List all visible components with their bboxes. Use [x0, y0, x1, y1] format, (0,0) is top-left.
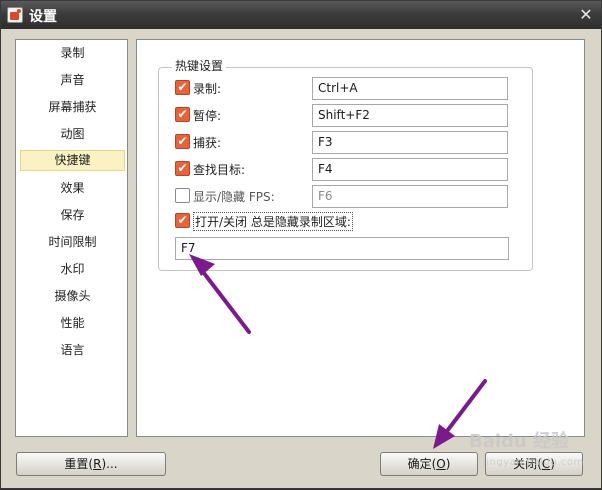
toggle-fps-hotkey-checkbox[interactable]	[175, 188, 190, 203]
recorder-app-icon	[7, 7, 23, 23]
sidebar-item-time-limit[interactable]: 时间限制	[20, 232, 125, 253]
title-bar[interactable]: 设置 ✕	[1, 1, 601, 29]
sidebar-item-effects[interactable]: 效果	[20, 178, 125, 199]
find-target-hotkey-label: 查找目标:	[193, 163, 246, 177]
find-target-hotkey-checkbox[interactable]: ✔	[175, 161, 190, 176]
reset-button[interactable]: 重置(R)...	[16, 452, 166, 476]
sidebar-item-watermark[interactable]: 水印	[20, 259, 125, 280]
sidebar-item-screen-capture[interactable]: 屏幕捕获	[20, 97, 125, 118]
sidebar-item-performance[interactable]: 性能	[20, 313, 125, 334]
find-target-hotkey-field[interactable]: F4	[312, 158, 508, 181]
watermark-main-text: Baidu 经验	[469, 431, 570, 452]
close-icon[interactable]: ✕	[577, 6, 595, 24]
sidebar-item-gif[interactable]: 动图	[20, 124, 125, 145]
settings-dialog: 设置 ✕ 录制 声音 屏幕捕获 动图 快捷键 效果 保存 时间限制 水印 摄像头…	[0, 0, 602, 489]
checkmark-icon: ✔	[177, 107, 188, 121]
sidebar-item-hotkeys[interactable]: 快捷键	[20, 150, 125, 171]
ok-button-suffix: )	[445, 457, 451, 471]
ok-button-label: 确定(	[407, 457, 437, 471]
hotkey-row-hide-record-area: ✔ 打开/关闭 总是隐藏录制区域:	[175, 210, 395, 232]
checkmark-icon: ✔	[177, 213, 188, 227]
ok-button-accesskey: O	[436, 457, 446, 471]
hotkeys-panel: 热键设置 ✔ 录制: Ctrl+A ✔ 暂停: Shift+F2 ✔ 捕获: F…	[136, 39, 585, 437]
capture-hotkey-label: 捕获:	[193, 136, 222, 150]
pause-hotkey-label: 暂停:	[193, 109, 222, 123]
sidebar-item-sound[interactable]: 声音	[20, 70, 125, 91]
hide-record-area-hotkey-checkbox[interactable]: ✔	[175, 213, 190, 228]
pause-hotkey-field[interactable]: Shift+F2	[312, 104, 508, 127]
capture-hotkey-checkbox[interactable]: ✔	[175, 134, 190, 149]
toggle-fps-hotkey-label: 显示/隐藏 FPS:	[193, 190, 275, 204]
sidebar-item-save[interactable]: 保存	[20, 205, 125, 226]
reset-button-label: 重置(	[64, 457, 94, 471]
ok-button[interactable]: 确定(O)	[380, 452, 478, 476]
hide-record-area-hotkey-field[interactable]: F7	[175, 237, 509, 260]
checkmark-icon: ✔	[177, 134, 188, 148]
pause-hotkey-checkbox[interactable]: ✔	[175, 107, 190, 122]
hide-record-area-hotkey-label: 打开/关闭 总是隐藏录制区域:	[193, 212, 353, 231]
capture-hotkey-field[interactable]: F3	[312, 131, 508, 154]
reset-button-suffix: )...	[101, 457, 118, 471]
settings-category-list: 录制 声音 屏幕捕获 动图 快捷键 效果 保存 时间限制 水印 摄像头 性能 语…	[15, 39, 128, 437]
window-title: 设置	[29, 9, 57, 25]
baidu-watermark: Baidu 经验 jingyan.baidu.com	[469, 419, 597, 479]
watermark-sub-text: jingyan.baidu.com	[483, 457, 584, 468]
sidebar-item-webcam[interactable]: 摄像头	[20, 286, 125, 307]
sidebar-item-language[interactable]: 语言	[20, 340, 125, 361]
sidebar-item-record[interactable]: 录制	[20, 43, 125, 64]
checkmark-icon: ✔	[177, 80, 188, 94]
hotkey-settings-title: 热键设置	[172, 57, 227, 74]
record-hotkey-field[interactable]: Ctrl+A	[312, 77, 508, 100]
record-hotkey-label: 录制:	[193, 82, 222, 96]
record-hotkey-checkbox[interactable]: ✔	[175, 80, 190, 95]
checkmark-icon: ✔	[177, 161, 188, 175]
toggle-fps-hotkey-field[interactable]: F6	[312, 185, 508, 208]
